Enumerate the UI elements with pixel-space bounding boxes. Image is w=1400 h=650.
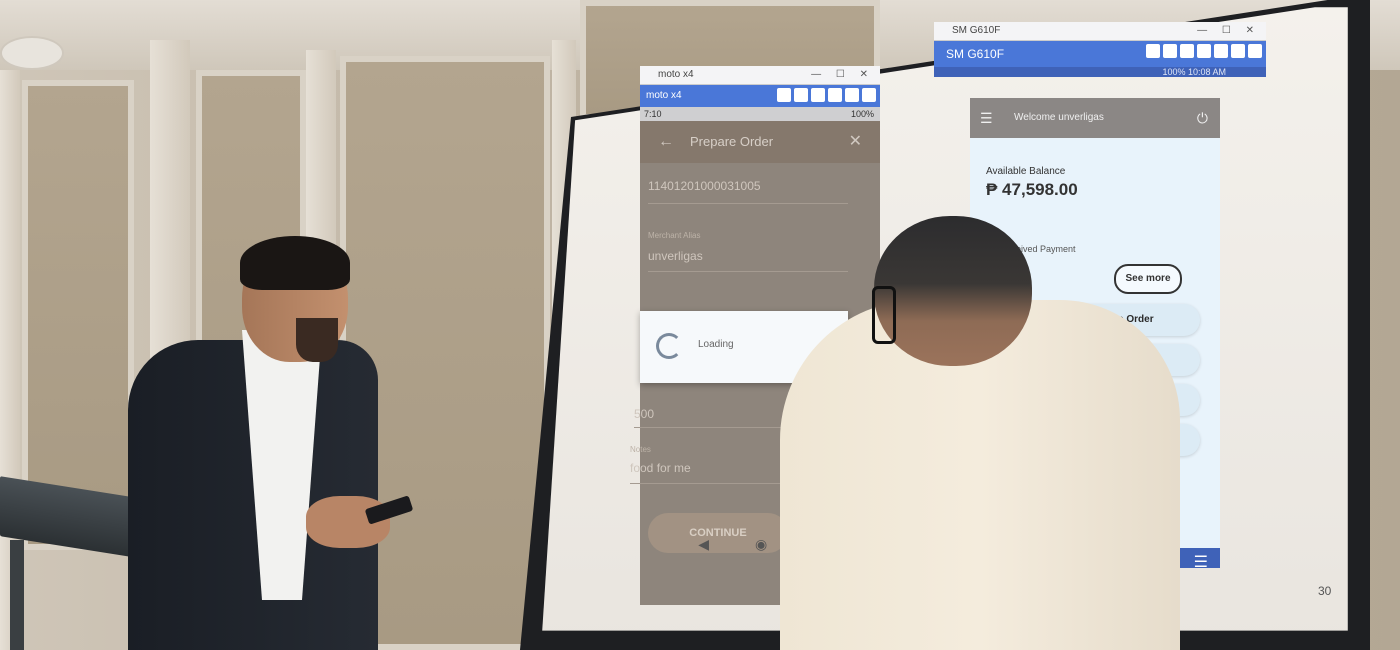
android-statusbar: 7:10 100% — [640, 107, 880, 121]
status-time: 7:10 — [644, 109, 662, 119]
device-toolbar: moto x4 — [640, 85, 880, 107]
see-more-button[interactable]: See more — [1114, 264, 1182, 294]
window-titlebar: moto x4 — ☐ ✕ — [640, 66, 880, 85]
rotate-icon[interactable] — [1231, 44, 1245, 58]
wall-panel-1 — [22, 80, 134, 550]
page-title: Prepare Order — [690, 134, 774, 149]
glasses — [872, 286, 896, 344]
android-statusbar: 100% 10:08 AM — [934, 67, 1266, 77]
settings-icon[interactable] — [1163, 44, 1177, 58]
toolbar-icons — [777, 88, 876, 102]
camera-icon[interactable] — [811, 88, 825, 102]
video-icon[interactable] — [1180, 44, 1194, 58]
device-name: moto x4 — [646, 90, 682, 101]
volume-icon[interactable] — [1214, 44, 1228, 58]
device-name: SM G610F — [946, 47, 1005, 61]
toolbar-icons — [1146, 44, 1262, 58]
logout-power-icon[interactable]: ⏻ — [1197, 98, 1208, 138]
status-right: 100% 10:08 AM — [1162, 67, 1226, 77]
account-number: 11401201000031005 — [648, 179, 761, 193]
presenter-hair — [240, 236, 350, 290]
menu-icon[interactable]: ☰ — [980, 98, 993, 138]
merchant-label: Merchant Alias — [648, 231, 701, 240]
merchant-field[interactable]: unverligas — [648, 249, 703, 263]
amount-field[interactable]: 500 — [634, 407, 654, 421]
ceiling-speaker — [0, 36, 64, 70]
notes-field[interactable]: food for me — [630, 461, 691, 475]
loading-text: Loading — [698, 339, 734, 350]
nav-back-icon[interactable]: ◀ — [698, 536, 709, 553]
window-title: SM G610F — [952, 25, 1001, 36]
presenter-beard — [296, 318, 338, 362]
rotate-icon[interactable] — [845, 88, 859, 102]
close-icon[interactable]: ✕ — [849, 121, 862, 163]
settings-icon[interactable] — [794, 88, 808, 102]
headphones-icon[interactable] — [1146, 44, 1160, 58]
loading-spinner-icon — [656, 333, 682, 359]
podium-stand — [10, 540, 24, 650]
balance-label: Available Balance — [986, 166, 1066, 177]
volume-icon[interactable] — [828, 88, 842, 102]
field-underline — [648, 203, 848, 204]
window-controls[interactable]: — ☐ ✕ — [811, 66, 874, 84]
device-toolbar: SM G610F — [934, 41, 1266, 67]
field-underline — [648, 271, 848, 272]
back-arrow-icon[interactable]: ← — [658, 121, 674, 163]
window-controls[interactable]: — ☐ ✕ — [1197, 22, 1260, 40]
nav-home-icon[interactable]: ◉ — [755, 536, 767, 553]
window-titlebar: SM G610F — ☐ ✕ — [934, 22, 1266, 41]
app-bar: ← Prepare Order ✕ — [640, 121, 880, 163]
balance-value: ₱ 47,598.00 — [986, 180, 1078, 199]
hamburger-icon[interactable]: ☰ — [1194, 552, 1208, 568]
app-bar: ☰ Welcome unverligas ⏻ — [970, 98, 1220, 138]
headphones-icon[interactable] — [777, 88, 791, 102]
camera-icon[interactable] — [1197, 44, 1211, 58]
welcome-text: Welcome unverligas — [1014, 112, 1104, 123]
second-man-head — [874, 216, 1032, 366]
field-underline — [630, 483, 800, 484]
battery-status: 100% — [850, 109, 874, 119]
notes-label: Notes — [630, 445, 651, 454]
power-icon[interactable] — [862, 88, 876, 102]
power-icon[interactable] — [1248, 44, 1262, 58]
window-title: moto x4 — [658, 69, 694, 80]
slide-number: 30 — [1318, 584, 1332, 598]
